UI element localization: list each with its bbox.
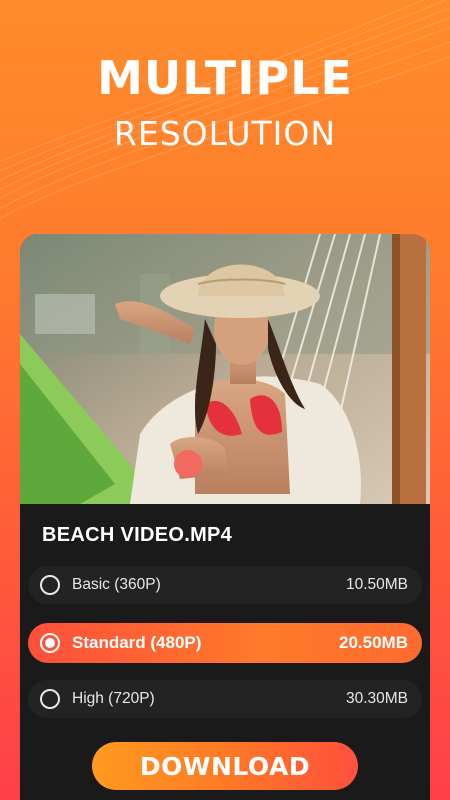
option-size: 20.50MB — [339, 633, 408, 652]
headline-subtitle: RESOLUTION — [113, 114, 337, 153]
option-label: Standard (480P) — [72, 633, 202, 652]
download-button[interactable]: DOWNLOAD — [92, 742, 358, 790]
radio-unchecked-icon[interactable] — [40, 689, 60, 709]
video-card: BEACH VIDEO.MP4 Basic (360P) 10.50MB Sta… — [20, 234, 430, 800]
option-standard-480p[interactable]: Standard (480P) 20.50MB — [28, 623, 422, 663]
option-basic-360p[interactable]: Basic (360P) 10.50MB — [28, 566, 422, 604]
video-filename: BEACH VIDEO.MP4 — [42, 524, 233, 546]
option-label: Basic (360P) — [72, 576, 161, 593]
resolution-panel: BEACH VIDEO.MP4 Basic (360P) 10.50MB Sta… — [20, 504, 430, 800]
headline-title: MULTIPLE — [97, 51, 353, 105]
option-high-720p[interactable]: High (720P) 30.30MB — [28, 680, 422, 718]
option-label: High (720P) — [72, 690, 155, 707]
headline: MULTIPLE RESOLUTION — [0, 48, 450, 156]
option-size: 10.50MB — [345, 576, 408, 593]
video-thumbnail — [20, 234, 430, 504]
option-size: 30.30MB — [345, 690, 408, 707]
radio-unchecked-icon[interactable] — [40, 575, 60, 595]
radio-checked-icon[interactable] — [40, 633, 60, 653]
